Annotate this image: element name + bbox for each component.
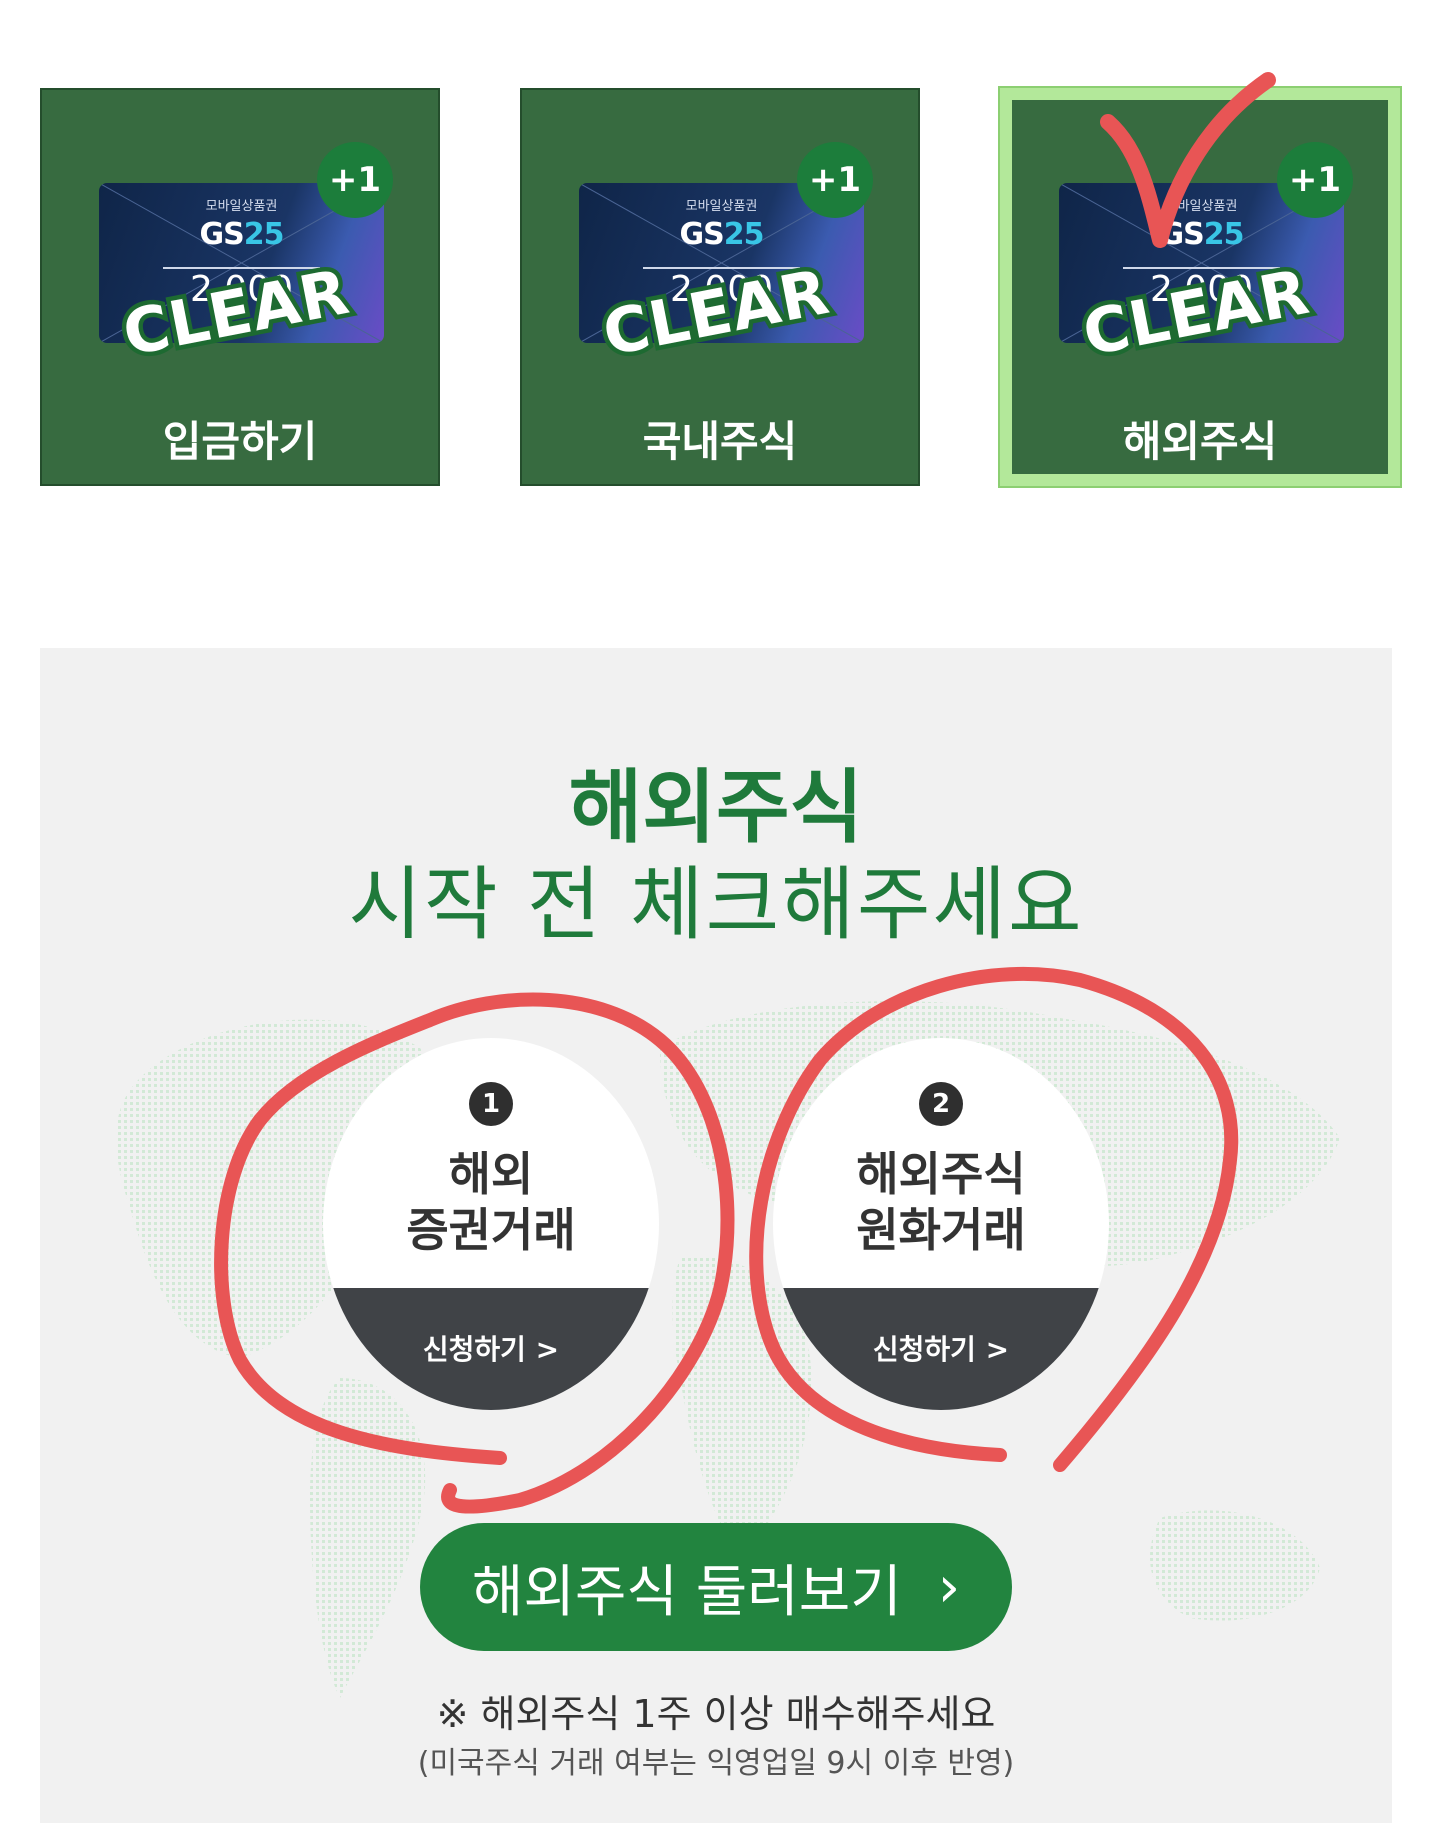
- chevron-right-icon: ›: [937, 1554, 961, 1620]
- purchase-notice: ※ 해외주식 1주 이상 매수해주세요: [436, 1692, 996, 1736]
- panel-subtitle: 시작 전 체크해주세요: [348, 858, 1084, 951]
- mission-card-deposit[interactable]: 모바일상품권 GS25 2,000 +1 CLEAR 입금하기: [40, 88, 440, 486]
- step-number-badge: 2: [919, 1082, 963, 1126]
- apply-button[interactable]: 신청하기 >: [773, 1288, 1109, 1410]
- plus-one-badge: +1: [1277, 142, 1353, 218]
- step-title: 해외 증권거래: [406, 1147, 576, 1257]
- step-title: 해외주식 원화거래: [856, 1147, 1026, 1257]
- gift-card-brand: GS25: [199, 217, 285, 252]
- gift-card-brand: GS25: [679, 217, 765, 252]
- mission-card-label: 입금하기: [162, 417, 318, 466]
- step-overseas-account[interactable]: 1 해외 증권거래 신청하기 >: [323, 1038, 659, 1410]
- reflection-notice: (미국주식 거래 여부는 익영업일 9시 이후 반영): [417, 1746, 1015, 1781]
- mission-card-overseas-stock[interactable]: 모바일상품권 GS25 2,000 +1 CLEAR 해외주식: [998, 86, 1402, 488]
- gift-card-brand: GS25: [1159, 217, 1245, 252]
- plus-one-badge: +1: [317, 142, 393, 218]
- apply-button[interactable]: 신청하기 >: [323, 1288, 659, 1410]
- browse-overseas-stock-button[interactable]: 해외주식 둘러보기 ›: [420, 1523, 1012, 1651]
- browse-button-label: 해외주식 둘러보기: [471, 1559, 902, 1625]
- mission-card-label: 해외주식: [1122, 417, 1278, 466]
- overseas-stock-panel: 해외주식 시작 전 체크해주세요 1 해외 증권거래 신청하기 > 2 해외주식…: [40, 648, 1392, 1823]
- mission-card-label: 국내주식: [642, 417, 798, 466]
- mission-card-domestic-stock[interactable]: 모바일상품권 GS25 2,000 +1 CLEAR 국내주식: [520, 88, 920, 486]
- plus-one-badge: +1: [797, 142, 873, 218]
- step-krw-trading[interactable]: 2 해외주식 원화거래 신청하기 >: [773, 1038, 1109, 1410]
- step-number-badge: 1: [469, 1082, 513, 1126]
